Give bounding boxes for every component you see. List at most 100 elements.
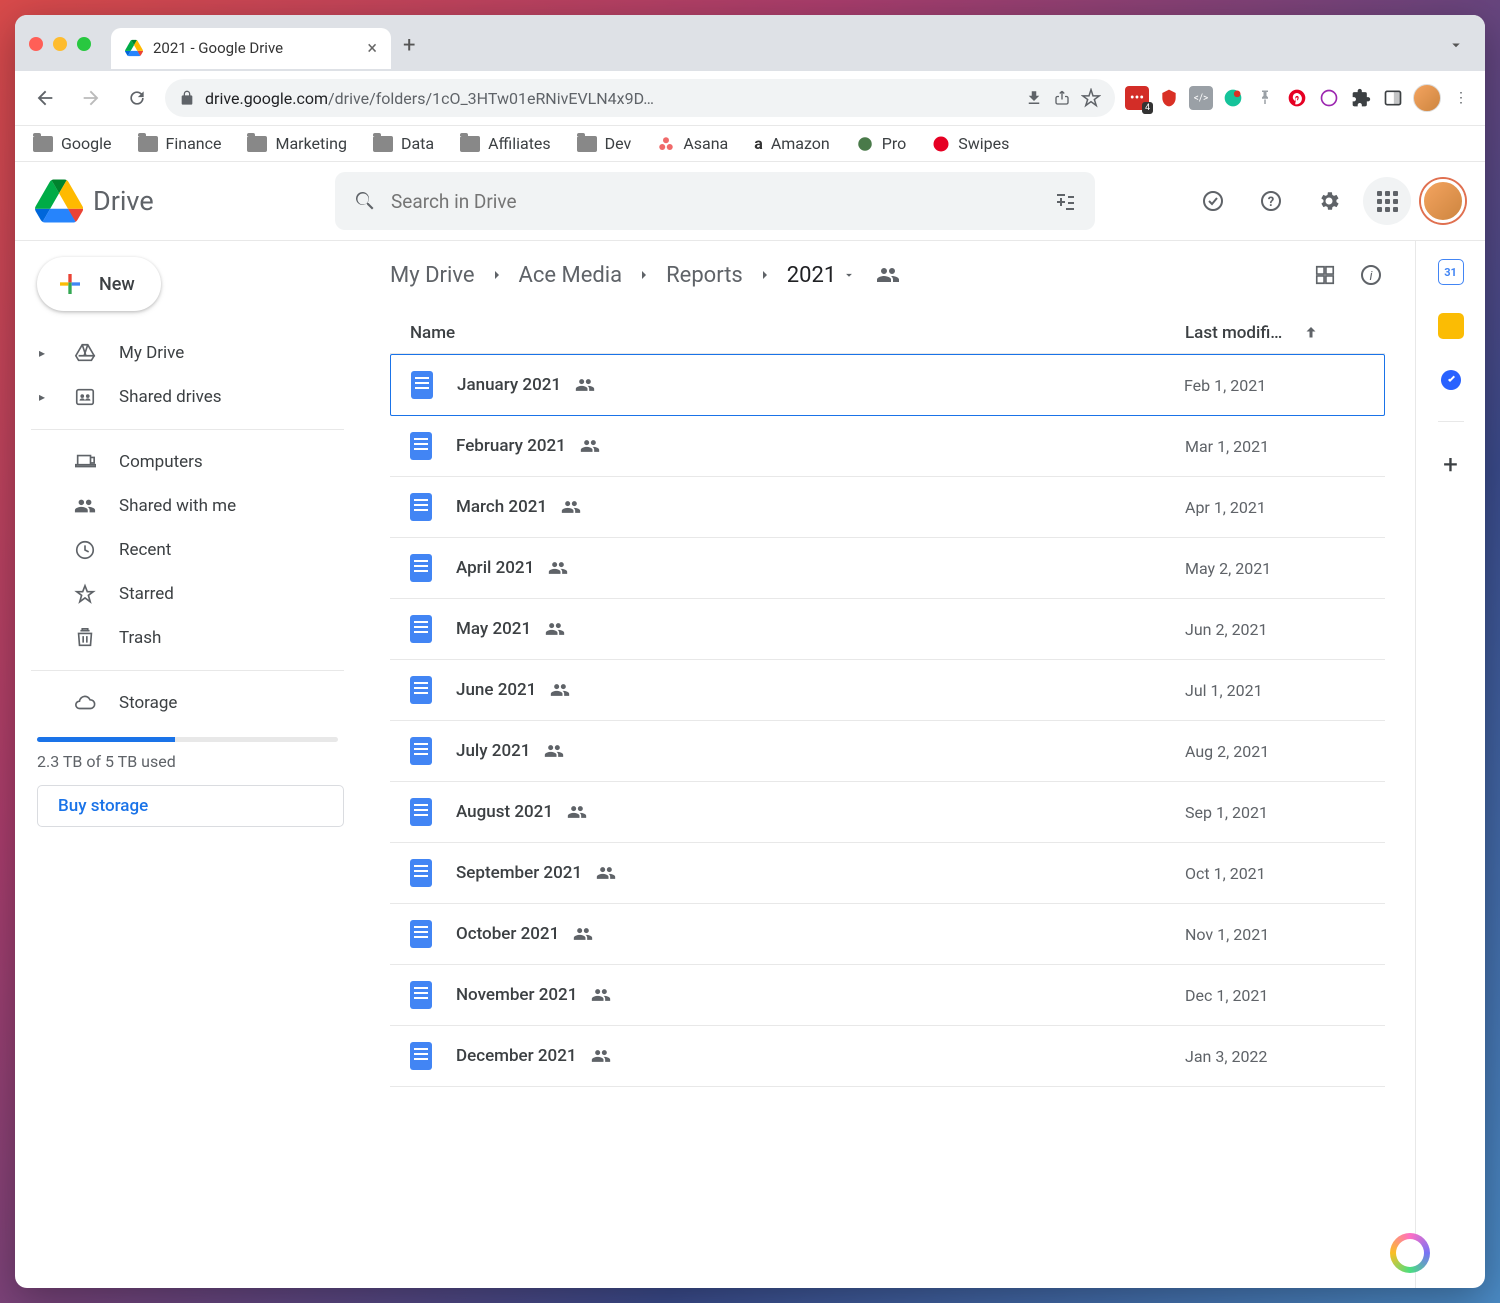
column-modified[interactable]: Last modifi…	[1185, 323, 1365, 343]
browser-tab[interactable]: 2021 - Google Drive ×	[111, 28, 391, 69]
address-bar[interactable]: drive.google.com/drive/folders/1cO_3HTw0…	[165, 79, 1115, 117]
file-row[interactable]: January 2021Feb 1, 2021	[390, 354, 1385, 416]
details-button[interactable]: i	[1357, 261, 1385, 289]
install-app-icon[interactable]	[1025, 89, 1043, 107]
tasks-addon-icon[interactable]	[1438, 367, 1464, 393]
search-options-icon[interactable]	[1053, 189, 1077, 213]
bookmark-finance[interactable]: Finance	[138, 134, 222, 153]
my-drive-icon	[73, 341, 97, 365]
sidebar-item-trash[interactable]: Trash	[31, 616, 344, 660]
svg-text:i: i	[1369, 269, 1373, 284]
bookmark-pro[interactable]: Pro	[856, 134, 906, 153]
breadcrumb-my-drive[interactable]: My Drive	[390, 263, 475, 288]
calendar-addon-icon[interactable]: 31	[1438, 259, 1464, 285]
sidebar-item-computers[interactable]: Computers	[31, 440, 344, 484]
drive-logo[interactable]: Drive	[35, 179, 315, 223]
bookmark-google[interactable]: Google	[33, 134, 112, 153]
bookmark-asana[interactable]: Asana	[657, 134, 728, 153]
buy-storage-button[interactable]: Buy storage	[37, 785, 344, 827]
extension-sidepanel-icon[interactable]	[1381, 86, 1405, 110]
browser-menu-icon[interactable]: ⋮	[1449, 86, 1473, 110]
file-row[interactable]: September 2021Oct 1, 2021	[390, 843, 1385, 904]
tab-dropdown-icon[interactable]	[1447, 36, 1465, 54]
minimize-window-button[interactable]	[53, 37, 67, 51]
reload-button[interactable]	[119, 80, 155, 116]
google-doc-icon	[410, 920, 432, 948]
sidebar: New ▸My Drive ▸Shared drives Computers S…	[15, 241, 360, 1288]
breadcrumb-current[interactable]: 2021	[787, 263, 856, 288]
file-row[interactable]: February 2021Mar 1, 2021	[390, 416, 1385, 477]
file-row[interactable]: March 2021Apr 1, 2021	[390, 477, 1385, 538]
account-avatar[interactable]	[1421, 179, 1465, 223]
breadcrumb-reports[interactable]: Reports	[666, 263, 743, 288]
breadcrumb-shared-icon[interactable]	[876, 263, 900, 287]
shared-icon	[545, 619, 565, 639]
extension-ublock-icon[interactable]	[1157, 86, 1181, 110]
expand-caret-icon[interactable]: ▸	[39, 346, 51, 360]
bookmark-dev[interactable]: Dev	[577, 134, 632, 153]
file-modified-date: Jul 1, 2021	[1185, 681, 1365, 700]
google-apps-icon[interactable]	[1363, 177, 1411, 225]
bookmark-swipes[interactable]: Swipes	[932, 134, 1009, 153]
close-window-button[interactable]	[29, 37, 43, 51]
support-icon[interactable]: ?	[1247, 177, 1295, 225]
sidebar-item-storage[interactable]: Storage	[31, 681, 344, 725]
shared-icon	[580, 436, 600, 456]
extension-generic-icon[interactable]	[1317, 86, 1341, 110]
google-doc-icon	[410, 798, 432, 826]
google-doc-icon	[410, 676, 432, 704]
file-row[interactable]: August 2021Sep 1, 2021	[390, 782, 1385, 843]
file-row[interactable]: December 2021Jan 3, 2022	[390, 1026, 1385, 1087]
new-button[interactable]: New	[37, 257, 161, 311]
floating-assistant-button[interactable]	[1390, 1233, 1430, 1273]
extension-puzzle-icon[interactable]	[1349, 86, 1373, 110]
add-addon-button[interactable]: +	[1443, 450, 1458, 480]
forward-button[interactable]	[73, 80, 109, 116]
keep-addon-icon[interactable]	[1438, 313, 1464, 339]
file-name: February 2021	[456, 436, 566, 456]
search-box[interactable]	[335, 172, 1095, 230]
bookmark-data[interactable]: Data	[373, 134, 434, 153]
file-row[interactable]: June 2021Jul 1, 2021	[390, 660, 1385, 721]
extension-pinterest-icon[interactable]	[1285, 86, 1309, 110]
back-button[interactable]	[27, 80, 63, 116]
new-tab-button[interactable]: +	[403, 33, 415, 58]
share-icon[interactable]	[1053, 89, 1071, 107]
sidebar-item-shared-with-me[interactable]: Shared with me	[31, 484, 344, 528]
search-input[interactable]	[391, 190, 1039, 213]
file-name: March 2021	[456, 497, 547, 517]
bookmark-affiliates[interactable]: Affiliates	[460, 134, 551, 153]
profile-avatar-small[interactable]	[1413, 84, 1441, 112]
expand-caret-icon[interactable]: ▸	[39, 390, 51, 404]
settings-icon[interactable]	[1305, 177, 1353, 225]
sidebar-item-starred[interactable]: Starred	[31, 572, 344, 616]
file-name: July 2021	[456, 741, 530, 761]
file-row[interactable]: April 2021May 2, 2021	[390, 538, 1385, 599]
extension-pin-icon[interactable]	[1253, 86, 1277, 110]
google-doc-icon	[410, 1042, 432, 1070]
bookmark-amazon[interactable]: aAmazon	[754, 134, 830, 153]
file-row[interactable]: May 2021Jun 2, 2021	[390, 599, 1385, 660]
file-modified-date: Sep 1, 2021	[1185, 803, 1365, 822]
bookmark-marketing[interactable]: Marketing	[247, 134, 346, 153]
sidebar-item-my-drive[interactable]: ▸My Drive	[31, 331, 344, 375]
close-tab-button[interactable]: ×	[367, 38, 377, 59]
sidebar-item-recent[interactable]: Recent	[31, 528, 344, 572]
sidebar-item-shared-drives[interactable]: ▸Shared drives	[31, 375, 344, 419]
grid-view-button[interactable]	[1311, 261, 1339, 289]
breadcrumb: My Drive Ace Media Reports 2021 i	[390, 261, 1385, 289]
side-panel: 31 +	[1415, 241, 1485, 1288]
bookmark-star-icon[interactable]	[1081, 88, 1101, 108]
extension-devtools-icon[interactable]: </>	[1189, 86, 1213, 110]
extension-lastpass-icon[interactable]: •••4	[1125, 86, 1149, 110]
shared-icon	[596, 863, 616, 883]
file-row[interactable]: November 2021Dec 1, 2021	[390, 965, 1385, 1026]
column-name[interactable]: Name	[410, 323, 1185, 343]
file-row[interactable]: October 2021Nov 1, 2021	[390, 904, 1385, 965]
maximize-window-button[interactable]	[77, 37, 91, 51]
breadcrumb-ace-media[interactable]: Ace Media	[519, 263, 623, 288]
offline-ready-icon[interactable]	[1189, 177, 1237, 225]
extension-grammarly-icon[interactable]	[1221, 86, 1245, 110]
tab-title: 2021 - Google Drive	[153, 39, 283, 57]
file-row[interactable]: July 2021Aug 2, 2021	[390, 721, 1385, 782]
